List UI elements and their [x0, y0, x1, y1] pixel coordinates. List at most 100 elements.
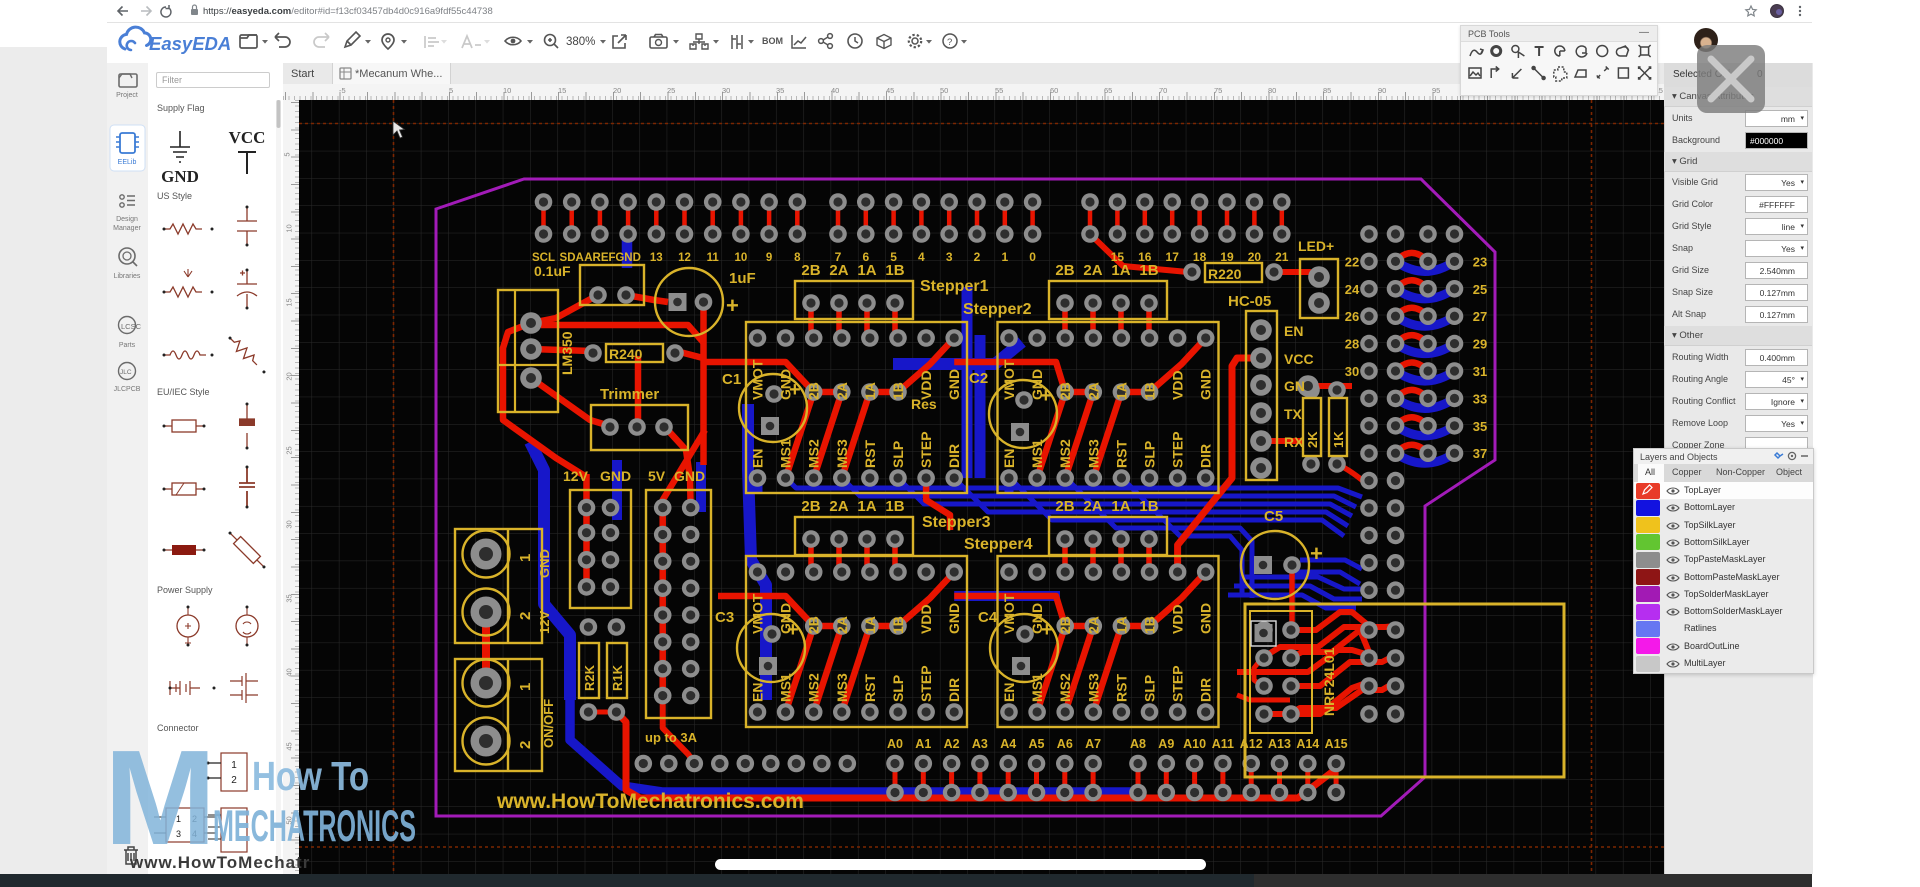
svg-text:3: 3	[946, 250, 953, 264]
svg-text:R240: R240	[609, 346, 643, 362]
svg-text:VMOT: VMOT	[750, 593, 766, 634]
svg-text:13: 13	[650, 252, 663, 264]
svg-text:30: 30	[1345, 364, 1359, 379]
svg-text:DIR: DIR	[1198, 444, 1214, 468]
svg-text:Stepper4: Stepper4	[964, 536, 1033, 553]
svg-text:2A: 2A	[1083, 498, 1102, 515]
svg-text:NRF24L01: NRF24L01	[1321, 647, 1337, 716]
svg-text:MS1: MS1	[1029, 439, 1045, 468]
svg-text:GND: GND	[161, 167, 199, 186]
svg-text:A0: A0	[887, 737, 903, 751]
svg-text:2B: 2B	[801, 262, 820, 279]
svg-text:+: +	[789, 379, 801, 401]
svg-text:EN: EN	[1284, 323, 1303, 339]
svg-text:1B: 1B	[1139, 498, 1158, 515]
svg-text:1: 1	[231, 760, 237, 771]
svg-text:27: 27	[1473, 309, 1487, 324]
svg-text:EELib: EELib	[118, 159, 137, 166]
svg-text:1B: 1B	[890, 616, 906, 634]
svg-text:A10: A10	[1183, 737, 1206, 751]
svg-text:8: 8	[794, 252, 801, 264]
svg-text:9: 9	[766, 252, 772, 264]
svg-text:GND: GND	[1198, 369, 1214, 400]
svg-text:24: 24	[1345, 282, 1360, 297]
svg-text:GND: GND	[615, 252, 641, 264]
svg-text:12: 12	[678, 252, 691, 264]
svg-text:1A: 1A	[857, 262, 876, 279]
svg-text:1B: 1B	[1142, 382, 1158, 400]
svg-text:VMOT: VMOT	[750, 359, 766, 400]
svg-text:VMOT: VMOT	[1001, 359, 1017, 400]
svg-text:Stepper1: Stepper1	[920, 278, 989, 295]
svg-text:MS3: MS3	[1085, 439, 1101, 468]
svg-text:2: 2	[974, 250, 981, 264]
svg-text:Manager: Manager	[113, 225, 141, 232]
svg-text:18: 18	[1193, 250, 1207, 264]
svg-text:A11: A11	[1212, 737, 1234, 751]
svg-text:MS2: MS2	[806, 673, 822, 702]
svg-text:+: +	[1310, 541, 1323, 566]
svg-text:EU/IEC Style: EU/IEC Style	[157, 387, 210, 397]
svg-text:AREF: AREF	[584, 252, 615, 264]
svg-text:MS2: MS2	[1057, 673, 1073, 702]
svg-text:A5: A5	[1029, 737, 1045, 751]
svg-text:C5: C5	[1264, 508, 1283, 525]
svg-text:RST: RST	[862, 440, 878, 468]
svg-text:1: 1	[517, 683, 534, 691]
svg-text:RST: RST	[862, 674, 878, 702]
svg-text:1A: 1A	[862, 382, 878, 400]
svg-text:VDD: VDD	[1170, 370, 1186, 400]
svg-text:VMOT: VMOT	[1001, 593, 1017, 634]
svg-text:25: 25	[1473, 282, 1487, 297]
svg-text:A1: A1	[915, 737, 931, 751]
svg-text:2A: 2A	[829, 498, 848, 515]
svg-text:Design: Design	[116, 216, 138, 223]
svg-text:A14: A14	[1296, 737, 1319, 751]
svg-text:VDD: VDD	[1170, 604, 1186, 634]
svg-text:12V: 12V	[563, 468, 589, 484]
svg-text:+: +	[726, 293, 739, 318]
svg-text:Stepper3: Stepper3	[922, 514, 991, 531]
svg-text:Supply Flag: Supply Flag	[157, 103, 205, 113]
svg-text:SLP: SLP	[1142, 675, 1158, 702]
svg-text:2B: 2B	[1057, 616, 1073, 634]
svg-text:11: 11	[707, 252, 720, 264]
svg-text:35: 35	[1473, 419, 1487, 434]
svg-text:1uF: 1uF	[729, 270, 756, 287]
svg-text:RST: RST	[1113, 440, 1129, 468]
svg-text:LM350: LM350	[559, 331, 575, 375]
svg-text:DIR: DIR	[946, 678, 962, 702]
svg-text:1A: 1A	[1111, 262, 1130, 279]
svg-text:5V: 5V	[648, 468, 666, 484]
svg-text:1B: 1B	[885, 262, 904, 279]
svg-text:20: 20	[1248, 250, 1262, 264]
svg-text:SLP: SLP	[1142, 441, 1158, 468]
svg-text:2B: 2B	[1055, 262, 1074, 279]
svg-text:1A: 1A	[1113, 382, 1129, 400]
svg-text:MS1: MS1	[1029, 673, 1045, 702]
svg-text:A4: A4	[1000, 737, 1016, 751]
svg-text:31: 31	[1473, 364, 1487, 379]
svg-text:US Style: US Style	[157, 191, 192, 201]
svg-text:0: 0	[1029, 250, 1036, 264]
svg-text:LED+: LED+	[1298, 238, 1334, 254]
svg-text:1: 1	[1001, 250, 1008, 264]
svg-text:SLP: SLP	[890, 441, 906, 468]
svg-text:C4: C4	[978, 609, 998, 626]
svg-text:EasyEDA: EasyEDA	[149, 33, 231, 54]
svg-text:DIR: DIR	[1198, 678, 1214, 702]
svg-text:2: 2	[517, 741, 534, 749]
svg-text:0.1uF: 0.1uF	[534, 263, 571, 279]
svg-text:28: 28	[1345, 337, 1359, 352]
svg-text:A8: A8	[1130, 737, 1146, 751]
svg-text:HC-05: HC-05	[1228, 293, 1271, 310]
svg-text:MS2: MS2	[806, 439, 822, 468]
svg-text:ON/OFF: ON/OFF	[541, 699, 556, 748]
svg-text:A9: A9	[1158, 737, 1174, 751]
svg-text:12V: 12V	[537, 611, 552, 634]
svg-text:R1K: R1K	[610, 664, 625, 691]
svg-text:EN: EN	[750, 683, 766, 702]
svg-text:MS2: MS2	[1057, 439, 1073, 468]
svg-text:+: +	[787, 619, 799, 641]
svg-text:21: 21	[1275, 250, 1289, 264]
